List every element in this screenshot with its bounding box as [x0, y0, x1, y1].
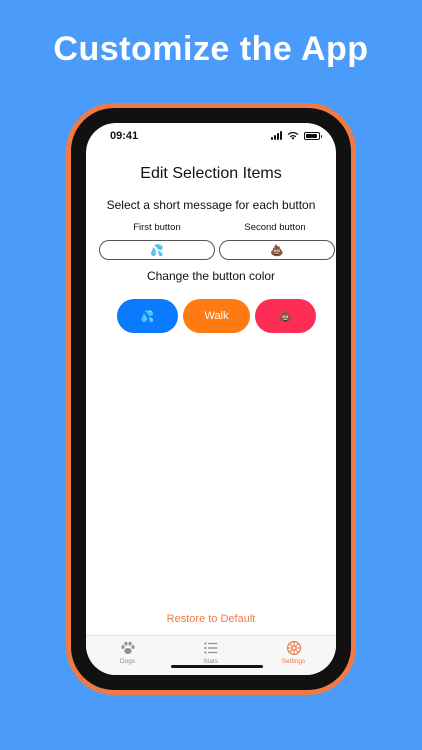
color-button-blue[interactable]: 💦: [117, 299, 178, 333]
second-button-message-field[interactable]: 💩: [219, 240, 335, 260]
tab-settings-label: Settings: [281, 658, 306, 665]
paw-icon: [121, 641, 134, 654]
battery-icon: [304, 131, 322, 140]
first-button-message-value: 💦: [150, 244, 164, 257]
phone-frame: 09:41 Edit Selection Items Select a shor…: [66, 103, 356, 695]
cellular-signal-icon: [271, 131, 282, 140]
color-button-orange-label: Walk: [204, 310, 229, 322]
screen-title: Edit Selection Items: [140, 165, 282, 182]
color-button-pink-label: 💩: [278, 310, 293, 323]
app-store-screenshot: Customize the App 09:41 Edit Selection I…: [0, 0, 422, 750]
headline: Customize the App: [53, 30, 369, 68]
tab-stats-label: Stats: [203, 658, 218, 665]
status-icons: [271, 131, 322, 140]
restore-to-default-button[interactable]: Restore to Default: [86, 613, 336, 625]
message-prompt: Select a short message for each button: [106, 198, 316, 212]
color-prompt: Change the button color: [146, 269, 276, 283]
gear-icon: [286, 640, 301, 656]
wifi-icon: [287, 131, 299, 140]
first-button-message-field[interactable]: 💦: [99, 240, 215, 260]
tab-stats[interactable]: Stats: [169, 640, 252, 665]
list-icon: [203, 642, 217, 654]
phone-bezel: 09:41 Edit Selection Items Select a shor…: [71, 108, 351, 690]
phone-screen: 09:41 Edit Selection Items Select a shor…: [86, 123, 336, 675]
second-button-label: Second button: [244, 222, 306, 233]
color-button-blue-label: 💦: [140, 310, 155, 323]
color-button-orange[interactable]: Walk: [183, 299, 250, 333]
first-button-label: First button: [133, 222, 181, 233]
tab-bar: Dogs Stats Settings: [86, 635, 336, 675]
second-button-message-value: 💩: [270, 244, 284, 257]
status-time: 09:41: [110, 130, 139, 142]
home-indicator: [171, 665, 263, 668]
tab-dogs[interactable]: Dogs: [86, 640, 169, 665]
status-bar: 09:41: [86, 123, 336, 153]
tab-dogs-label: Dogs: [119, 658, 136, 665]
color-button-pink[interactable]: 💩: [255, 299, 316, 333]
tab-settings[interactable]: Settings: [252, 640, 335, 665]
